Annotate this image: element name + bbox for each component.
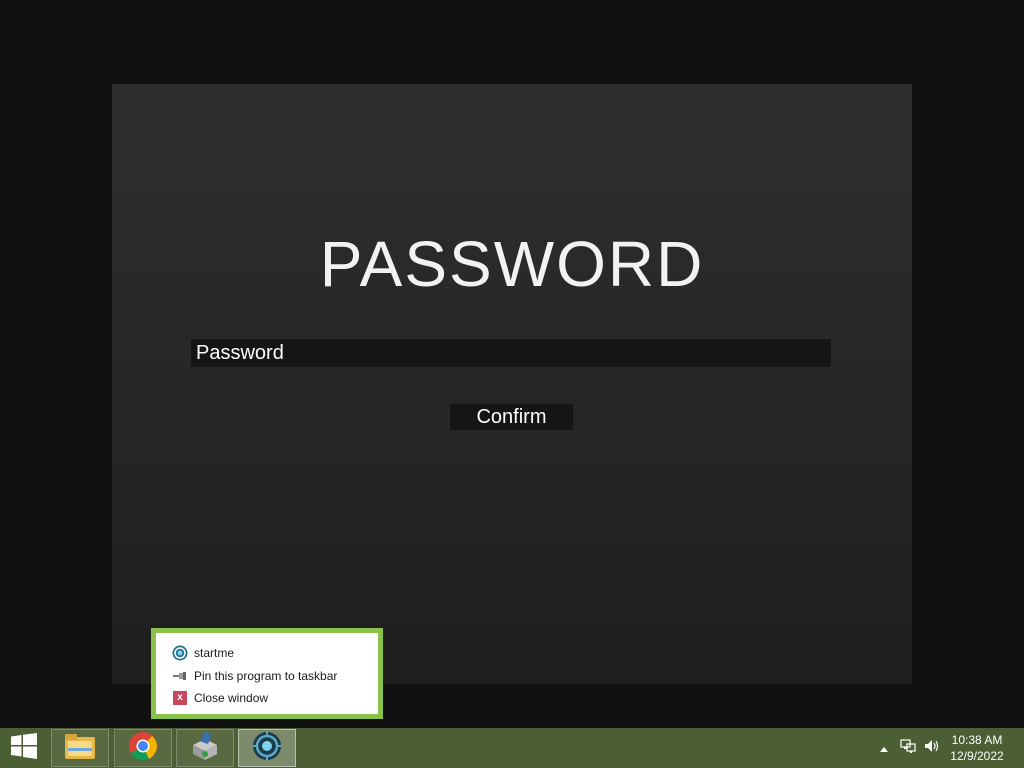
network-icon: [900, 738, 916, 759]
show-hidden-icons-button[interactable]: [876, 728, 892, 768]
windows-logo-icon: [11, 732, 37, 764]
jump-list-item-label: Pin this program to taskbar: [194, 668, 338, 683]
system-tray: 10:38 AM 12/9/2022: [864, 728, 1024, 768]
taskbar-file-explorer-button[interactable]: [51, 729, 109, 767]
taskbar: 10:38 AM 12/9/2022: [0, 728, 1024, 768]
jump-list-item-label: Close window: [194, 691, 269, 706]
installer-icon: [189, 731, 221, 766]
start-button[interactable]: [0, 728, 48, 768]
taskbar-clock[interactable]: 10:38 AM 12/9/2022: [942, 732, 1012, 764]
taskbar-startme-button[interactable]: [238, 729, 296, 767]
confirm-button[interactable]: Confirm: [450, 404, 573, 430]
network-tray-button[interactable]: [898, 728, 918, 768]
speaker-icon: [924, 738, 940, 759]
startme-app-icon: [252, 731, 282, 766]
password-input[interactable]: [191, 339, 831, 367]
chevron-up-icon: [880, 739, 888, 757]
startme-app-icon: [172, 645, 188, 661]
clock-time: 10:38 AM: [951, 733, 1003, 747]
jump-list-item-label: startme: [194, 646, 235, 661]
chrome-icon: [128, 731, 158, 766]
jump-list-item-startme[interactable]: startme: [156, 642, 378, 665]
volume-tray-button[interactable]: [922, 728, 942, 768]
jump-list-item-pin[interactable]: Pin this program to taskbar: [156, 665, 378, 688]
jump-list-panel: startme Pin this program to taskbar x Cl…: [156, 633, 378, 714]
close-icon: x: [172, 690, 188, 706]
jump-list-item-close-window[interactable]: x Close window: [156, 687, 378, 710]
page-title: PASSWORD: [319, 228, 705, 300]
taskbar-installer-button[interactable]: [176, 729, 234, 767]
taskbar-chrome-button[interactable]: [114, 729, 172, 767]
clock-date: 12/9/2022: [950, 749, 1004, 763]
desktop-background: PASSWORD Confirm: [0, 0, 1024, 728]
taskbar-jump-list: startme Pin this program to taskbar x Cl…: [151, 628, 383, 719]
password-app-window: PASSWORD Confirm: [112, 84, 912, 684]
pin-icon: [172, 668, 188, 684]
folder-icon: [63, 731, 97, 766]
